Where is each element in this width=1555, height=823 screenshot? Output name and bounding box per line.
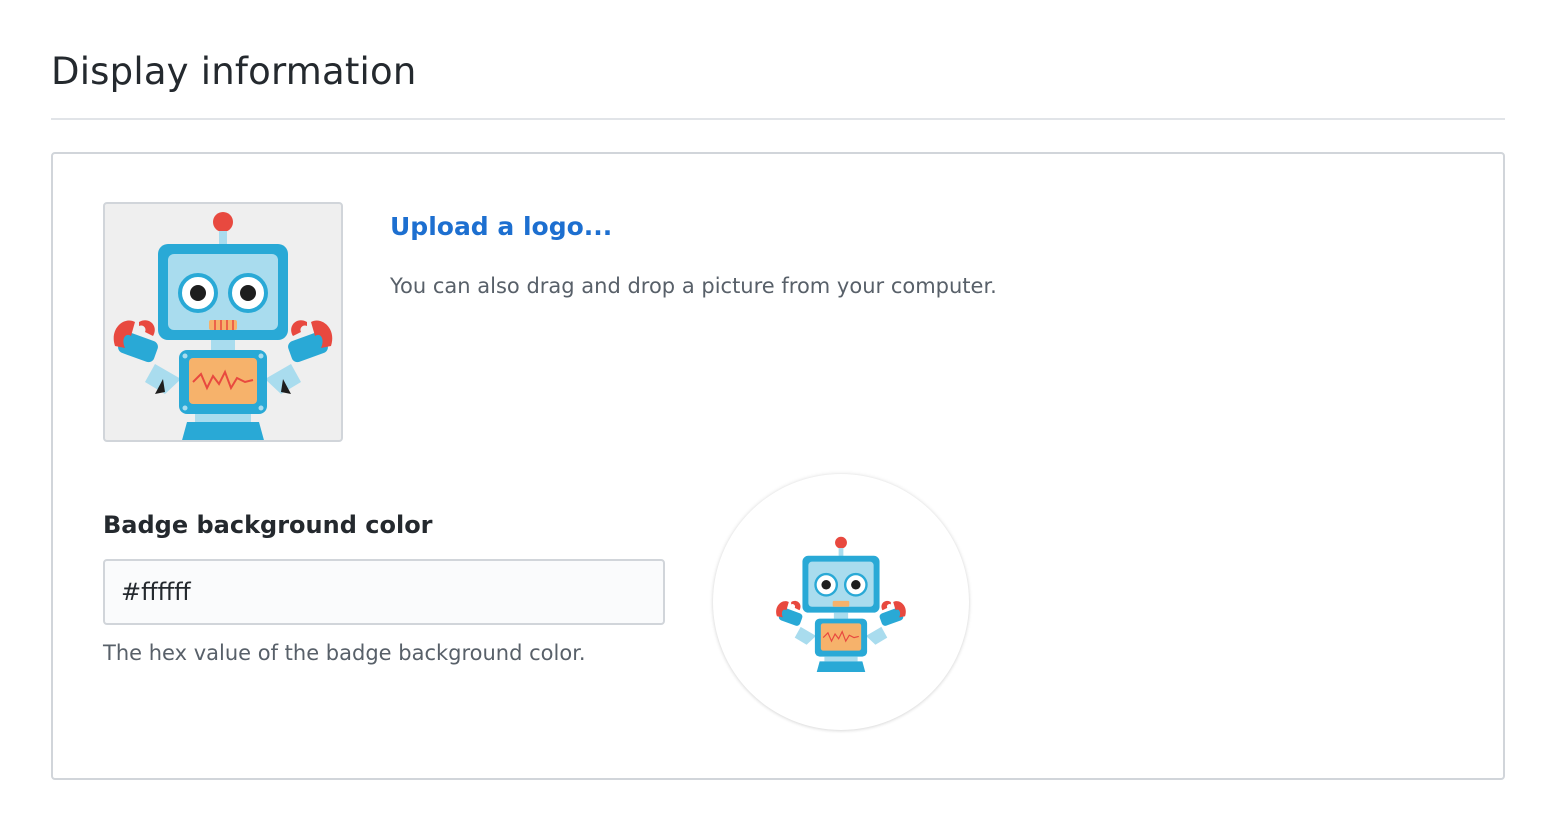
badge-color-hint: The hex value of the badge background co… — [103, 641, 586, 665]
section-title: Display information — [51, 50, 417, 93]
display-info-box: Upload a logo... You can also drag and d… — [51, 152, 1505, 780]
badge-preview — [713, 474, 969, 730]
upload-logo-link[interactable]: Upload a logo... — [390, 212, 612, 241]
badge-color-input[interactable] — [103, 559, 665, 625]
upload-hint: You can also drag and drop a picture fro… — [390, 274, 997, 298]
logo-preview[interactable] — [103, 202, 343, 442]
robot-badge-icon — [776, 536, 906, 672]
section-divider — [51, 118, 1505, 120]
robot-logo-icon — [113, 212, 333, 440]
badge-color-label: Badge background color — [103, 511, 433, 539]
